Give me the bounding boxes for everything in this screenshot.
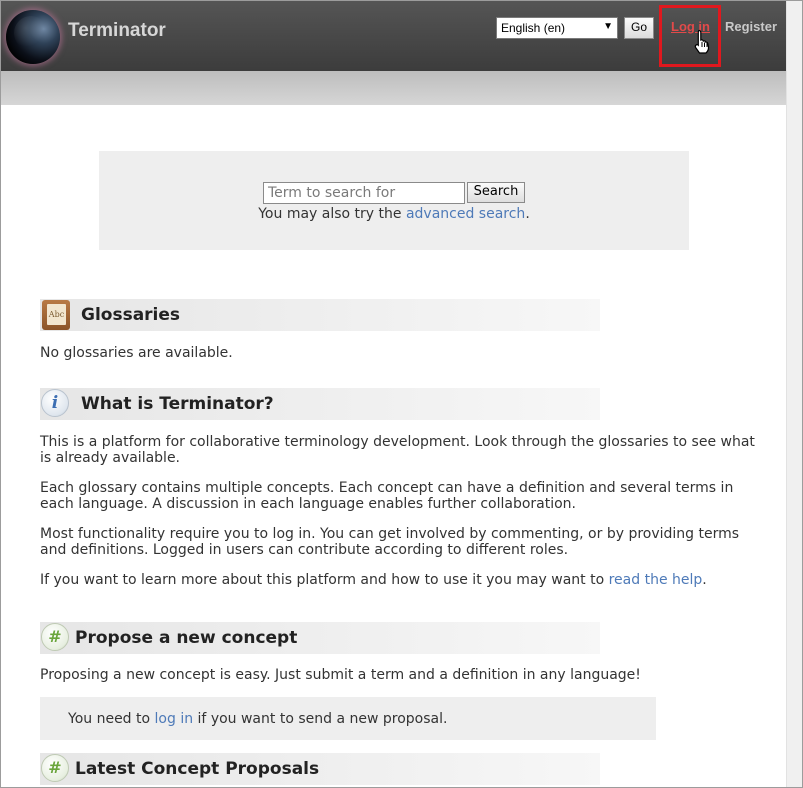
about-paragraph-3: Most functionality require you to log in… [40,526,740,558]
glossary-book-icon-label: Abc [47,304,66,325]
about-paragraph-2: Each glossary contains multiple concepts… [40,480,734,512]
about-title: What is Terminator? [81,394,274,414]
login-required-text: You need to log in if you want to send a… [68,711,447,727]
search-hint-suffix: . [525,206,530,222]
login-required-note: You need to log in if you want to send a… [40,697,656,740]
register-link[interactable]: Register [725,19,777,34]
header-subbar [1,71,787,105]
about-p4-suffix: . [702,572,707,588]
search-input[interactable]: Term to search for [263,182,465,204]
language-select[interactable]: English (en) ▼ [496,17,618,39]
glossaries-empty-text: No glossaries are available. [40,345,233,361]
browser-viewport: Terminator English (en) ▼ Go Log in Regi… [0,0,803,788]
search-hint: You may also try the advanced search. [1,206,787,222]
note-prefix: You need to [68,711,155,727]
advanced-search-link[interactable]: advanced search [406,206,525,222]
note-login-link[interactable]: log in [155,711,194,727]
latest-header: # Latest Concept Proposals [40,753,600,785]
search-button[interactable]: Search [467,182,525,203]
vertical-scrollbar[interactable] [786,1,802,787]
site-header: Terminator English (en) ▼ Go Log in Regi… [1,1,787,71]
propose-title: Propose a new concept [75,628,298,648]
glossary-book-icon: Abc [42,300,70,330]
search-hint-prefix: You may also try the [258,206,406,222]
propose-text: Proposing a new concept is easy. Just su… [40,667,641,683]
about-paragraph-1: This is a platform for collaborative ter… [40,434,755,466]
note-suffix: if you want to send a new proposal. [193,711,448,727]
hand-cursor-icon [694,29,710,54]
app-title[interactable]: Terminator [68,20,166,42]
dropdown-arrow-icon: ▼ [603,21,613,32]
glossaries-title: Glossaries [81,305,181,325]
read-help-link[interactable]: read the help [609,572,703,588]
terminator-logo-icon[interactable] [6,10,60,64]
hash-icon: # [41,623,69,651]
language-select-value: English (en) [501,21,566,35]
latest-title: Latest Concept Proposals [75,759,320,779]
about-header: i What is Terminator? [40,388,600,420]
glossaries-header: Abc Glossaries [40,299,600,331]
propose-header: # Propose a new concept [40,622,600,654]
about-p4-prefix: If you want to learn more about this pla… [40,572,609,588]
language-go-button[interactable]: Go [624,17,654,39]
info-icon: i [41,389,69,417]
hash-icon: # [41,754,69,782]
about-paragraph-4: If you want to learn more about this pla… [40,572,760,588]
